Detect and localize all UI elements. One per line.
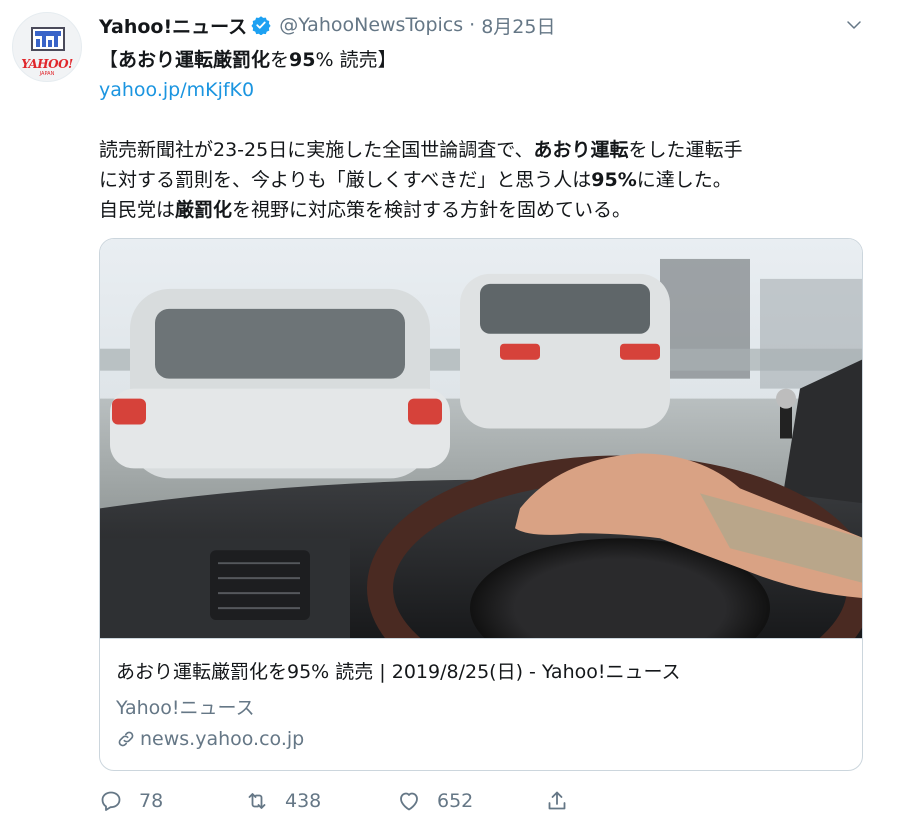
headline-bracket: 【 — [99, 49, 119, 71]
body-bold: 95% — [591, 169, 637, 191]
headline-bold-2: 95 — [289, 49, 316, 71]
chevron-down-icon[interactable] — [845, 16, 863, 34]
tweet-headline: 【あおり運転厳罰化を95% 読売】 — [99, 45, 397, 72]
like-count: 652 — [437, 790, 474, 812]
heart-icon — [400, 792, 418, 811]
body-line-1: 読売新聞社が23-25日に実施した全国世論調査で、あおり運転をした運転手 — [99, 135, 869, 165]
separator-dot: · — [469, 14, 476, 36]
body-text: に達した。 — [636, 169, 732, 191]
avatar[interactable]: YAHOO! JAPAN — [12, 12, 82, 82]
body-text: 読売新聞社が23-25日に実施した全国世論調査で、 — [99, 139, 534, 161]
yahoo-news-logo-icon — [31, 27, 65, 51]
avatar-logo-subtext: JAPAN — [39, 71, 55, 77]
tweet-header: Yahoo!ニュース @YahooNewsTopics · 8月25日 — [99, 10, 555, 40]
link-preview-card[interactable]: あおり運転厳罰化を95% 読売 | 2019/8/25(日) - Yahoo!ニ… — [99, 238, 863, 771]
retweet-count: 438 — [285, 790, 322, 812]
card-image[interactable] — [100, 239, 863, 639]
headline-bold-1: あおり運転厳罰化 — [118, 49, 271, 71]
card-source: Yahoo!ニュース — [116, 697, 255, 719]
body-text: をした運転手 — [628, 139, 743, 161]
tweet-actions: 78 438 652 — [99, 786, 599, 816]
retweet-icon — [248, 793, 266, 809]
headline-plain-2: % 読売】 — [315, 49, 397, 71]
body-text: 自民党は — [99, 199, 176, 221]
body-text: を視野に対応策を検討する方針を固めている。 — [232, 199, 632, 221]
body-bold: あおり運転 — [533, 139, 629, 161]
body-line-3: 自民党は厳罰化を視野に対応策を検討する方針を固めている。 — [99, 195, 869, 225]
body-bold: 厳罰化 — [175, 199, 233, 221]
retweet-button[interactable]: 438 — [245, 786, 321, 816]
card-title[interactable]: あおり運転厳罰化を95% 読売 | 2019/8/25(日) - Yahoo!ニ… — [116, 657, 681, 684]
display-name[interactable]: Yahoo!ニュース — [99, 12, 247, 39]
share-button[interactable] — [545, 786, 585, 816]
short-link[interactable]: yahoo.jp/mKjfK0 — [99, 79, 254, 101]
card-domain-row[interactable]: news.yahoo.co.jp — [116, 728, 304, 750]
tweet-body: 読売新聞社が23-25日に実施した全国世論調査で、あおり運転をした運転手 に対す… — [99, 135, 869, 225]
reply-icon — [101, 791, 121, 811]
like-button[interactable]: 652 — [397, 786, 473, 816]
reply-count: 78 — [139, 790, 164, 812]
reply-button[interactable]: 78 — [99, 786, 163, 816]
headline-plain-1: を — [270, 49, 290, 71]
card-domain: news.yahoo.co.jp — [140, 728, 305, 750]
verified-badge-icon — [251, 16, 271, 35]
body-text: に対する罰則を、今よりも「厳しくすべきだ」と思う人は — [99, 169, 592, 191]
body-line-2: に対する罰則を、今よりも「厳しくすべきだ」と思う人は95%に達した。 — [99, 165, 869, 195]
tweet-date[interactable]: 8月25日 — [481, 12, 555, 39]
link-icon — [118, 731, 134, 747]
share-icon — [548, 791, 566, 810]
avatar-logo-text: YAHOO! — [21, 57, 73, 71]
handle[interactable]: @YahooNewsTopics — [279, 14, 463, 36]
